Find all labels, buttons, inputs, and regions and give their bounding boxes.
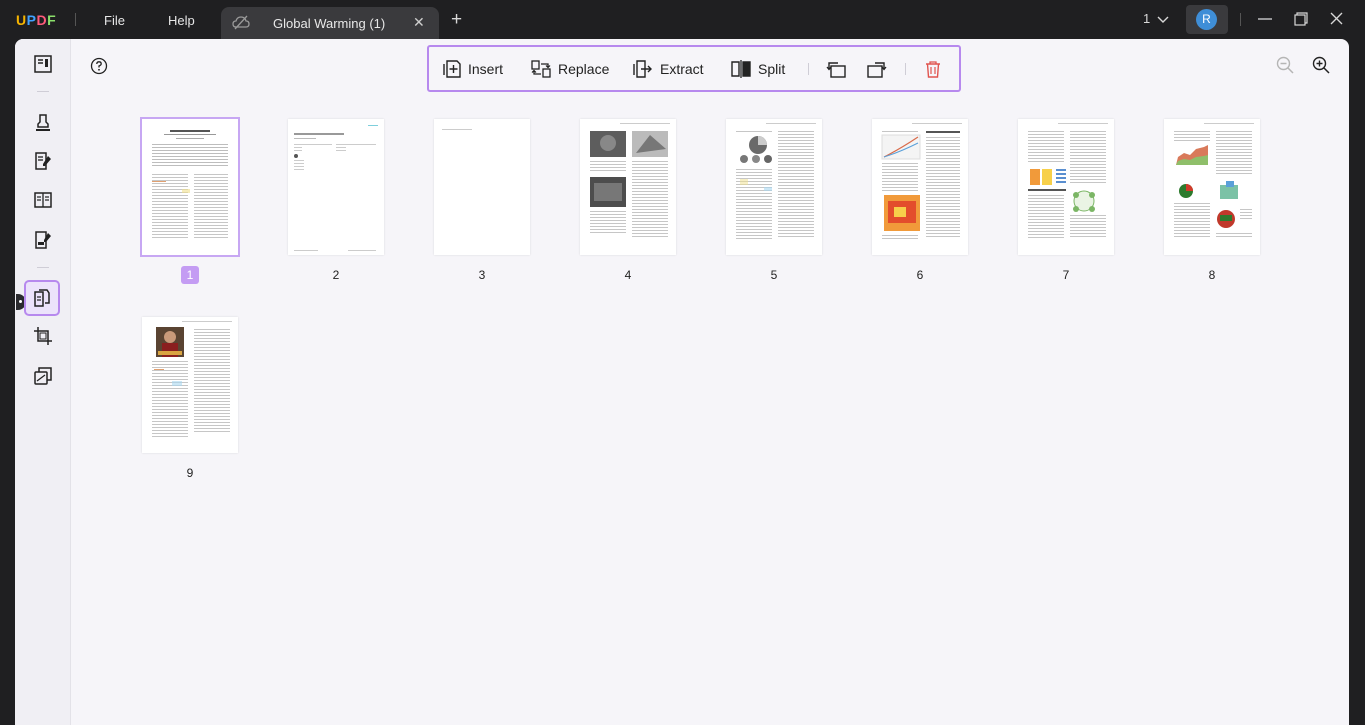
page-number-5: 5 <box>770 268 778 282</box>
form-button[interactable] <box>25 182 61 218</box>
page-number-1: 1 <box>181 266 199 284</box>
delete-button[interactable] <box>924 57 949 81</box>
page-preview <box>294 125 378 251</box>
insert-button[interactable]: Insert <box>443 57 503 81</box>
page-preview <box>590 123 670 237</box>
reader-mode-button[interactable] <box>25 46 61 82</box>
divider <box>37 91 49 92</box>
page-number-3: 3 <box>478 268 486 282</box>
title-bar: UPDF File Help Global Warming (1) ✕ + 1 … <box>0 0 1365 39</box>
crop-icon <box>34 327 52 345</box>
split-button[interactable]: Split <box>731 57 785 81</box>
rotate-counterclockwise-button[interactable] <box>826 57 853 81</box>
cloud-off-icon <box>232 15 250 30</box>
replace-label: Replace <box>558 61 610 77</box>
restore-icon[interactable] <box>1294 12 1308 26</box>
page-thumbnail-7[interactable] <box>1018 119 1114 255</box>
page-preview <box>881 123 962 239</box>
divider <box>75 13 76 26</box>
new-tab-button[interactable]: + <box>451 10 462 29</box>
page-preview <box>152 130 228 238</box>
page-count: 1 <box>1143 11 1151 26</box>
page-thumbnail-6[interactable] <box>872 119 968 255</box>
help-icon[interactable] <box>90 57 108 75</box>
page-thumbnail-5[interactable] <box>726 119 822 255</box>
edit-pdf-button[interactable] <box>25 143 61 179</box>
signature-icon <box>35 231 51 249</box>
page-thumbnail-4[interactable] <box>580 119 676 255</box>
page-preview <box>736 123 816 239</box>
left-toolbar <box>15 39 71 725</box>
rotate-left-icon <box>826 62 846 78</box>
rotate-right-icon <box>867 62 887 78</box>
split-label: Split <box>758 61 786 77</box>
page-preview <box>152 321 232 437</box>
page-preview <box>1028 123 1108 238</box>
reader-icon <box>34 55 52 73</box>
app-workspace: Insert Replace Extract Split 1 2 3 4 5 6… <box>15 39 1349 725</box>
form-icon <box>34 192 52 208</box>
comment-button[interactable] <box>25 104 61 140</box>
page-number-4: 4 <box>624 268 632 282</box>
divider <box>905 63 906 75</box>
page-number-8: 8 <box>1208 268 1216 282</box>
divider <box>37 267 49 268</box>
page-preview <box>442 129 472 130</box>
page-thumbnail-3[interactable] <box>434 119 530 255</box>
page-number-7: 7 <box>1062 268 1070 282</box>
page-thumbnail-1[interactable] <box>140 117 240 257</box>
zoom-in-icon[interactable] <box>1312 56 1330 74</box>
avatar: R <box>1196 9 1217 30</box>
page-number-6: 6 <box>916 268 924 282</box>
organize-pages-button[interactable] <box>24 280 60 316</box>
close-window-icon[interactable] <box>1330 12 1343 25</box>
extract-icon <box>633 60 652 78</box>
highlighter-icon <box>36 114 50 131</box>
layers-icon <box>34 367 52 385</box>
insert-page-icon <box>443 60 461 78</box>
page-number-2: 2 <box>332 268 340 282</box>
replace-button[interactable]: Replace <box>531 57 609 81</box>
tab-title: Global Warming (1) <box>273 16 386 31</box>
menu-help[interactable]: Help <box>168 13 195 28</box>
extract-label: Extract <box>660 61 704 77</box>
insert-label: Insert <box>468 61 504 77</box>
split-icon <box>731 60 751 78</box>
page-number-9: 9 <box>186 466 194 480</box>
rotate-clockwise-button[interactable] <box>867 57 894 81</box>
extract-button[interactable]: Extract <box>633 57 704 81</box>
page-thumbnail-9[interactable] <box>142 317 238 453</box>
menu-file[interactable]: File <box>104 13 125 28</box>
chevron-down-icon <box>1157 16 1169 23</box>
tab-close-icon[interactable]: ✕ <box>413 14 425 31</box>
trash-icon <box>926 61 940 78</box>
organize-pages-icon <box>34 289 50 307</box>
zoom-out-icon[interactable] <box>1276 56 1294 74</box>
crop-button[interactable] <box>25 318 61 354</box>
page-thumbnail-2[interactable] <box>288 119 384 255</box>
page-tools-button[interactable] <box>25 358 61 394</box>
edit-text-icon <box>35 152 51 170</box>
divider <box>808 63 809 75</box>
updf-logo[interactable]: UPDF <box>16 12 56 28</box>
sign-button[interactable] <box>25 222 61 258</box>
account-button[interactable]: R <box>1186 5 1228 34</box>
divider <box>1240 13 1241 26</box>
minimize-icon[interactable] <box>1258 18 1272 20</box>
document-tab[interactable]: Global Warming (1) ✕ <box>221 7 439 39</box>
organize-toolbar: Insert Replace Extract Split <box>427 45 961 92</box>
page-preview <box>1174 123 1254 237</box>
page-counter[interactable]: 1 <box>1143 11 1169 26</box>
page-thumbnail-8[interactable] <box>1164 119 1260 255</box>
replace-icon <box>531 60 551 78</box>
